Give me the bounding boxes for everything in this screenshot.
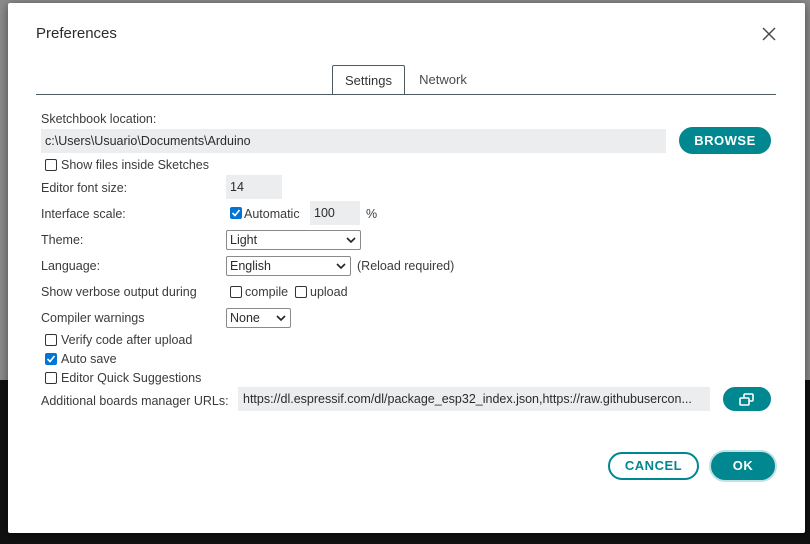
language-select-value: English <box>230 259 271 273</box>
auto-save-label: Auto save <box>61 352 117 366</box>
compiler-warnings-label: Compiler warnings <box>41 311 145 325</box>
verify-after-upload-label: Verify code after upload <box>61 333 193 347</box>
sketchbook-path-input[interactable]: c:\Users\Usuario\Documents\Arduino <box>41 129 666 153</box>
cancel-button[interactable]: CANCEL <box>608 452 699 480</box>
theme-label: Theme: <box>41 233 84 247</box>
automatic-scale-label: Automatic <box>244 207 300 221</box>
verbose-upload-checkbox[interactable] <box>295 286 307 298</box>
verify-after-upload-checkbox[interactable] <box>45 334 57 346</box>
editor-font-size-input[interactable]: 14 <box>226 175 282 199</box>
show-files-label: Show files inside Sketches <box>61 158 209 172</box>
edit-urls-button[interactable] <box>723 387 771 411</box>
language-reload-note: (Reload required) <box>357 259 455 273</box>
dialog-title: Preferences <box>36 25 117 42</box>
preferences-dialog: Preferences Settings Network Sketchbook … <box>8 3 805 533</box>
tab-network[interactable]: Network <box>408 65 478 94</box>
quick-suggestions-checkbox[interactable] <box>45 372 57 384</box>
compiler-warnings-select[interactable]: None <box>226 308 291 328</box>
editor-font-size-label: Editor font size: <box>41 181 128 195</box>
interface-scale-unit: % <box>366 207 378 221</box>
theme-select-value: Light <box>230 233 258 247</box>
boards-manager-label: Additional boards manager URLs: <box>41 394 229 408</box>
sketchbook-location-label: Sketchbook location: <box>41 112 157 126</box>
verbose-output-label: Show verbose output during <box>41 285 197 299</box>
tab-divider <box>36 94 776 95</box>
interface-scale-label: Interface scale: <box>41 207 126 221</box>
ok-button[interactable]: OK <box>711 452 775 480</box>
open-window-icon <box>739 393 754 406</box>
verbose-compile-label: compile <box>245 285 289 299</box>
show-files-checkbox[interactable] <box>45 159 57 171</box>
browse-button[interactable]: BROWSE <box>679 127 771 154</box>
verbose-compile-checkbox[interactable] <box>230 286 242 298</box>
chevron-down-icon <box>346 237 356 244</box>
interface-scale-input[interactable]: 100 <box>310 201 360 225</box>
verbose-upload-label: upload <box>310 285 348 299</box>
chevron-down-icon <box>336 263 346 270</box>
tab-settings[interactable]: Settings <box>332 65 405 95</box>
auto-save-checkbox[interactable] <box>45 353 57 365</box>
language-label: Language: <box>41 259 101 273</box>
automatic-scale-checkbox[interactable] <box>230 207 242 219</box>
close-icon[interactable] <box>759 24 779 44</box>
language-select[interactable]: English <box>226 256 351 276</box>
boards-manager-urls-input[interactable]: https://dl.espressif.com/dl/package_esp3… <box>238 387 710 411</box>
theme-select[interactable]: Light <box>226 230 361 250</box>
compiler-warnings-value: None <box>230 311 260 325</box>
quick-suggestions-label: Editor Quick Suggestions <box>61 371 202 385</box>
chevron-down-icon <box>276 315 286 322</box>
